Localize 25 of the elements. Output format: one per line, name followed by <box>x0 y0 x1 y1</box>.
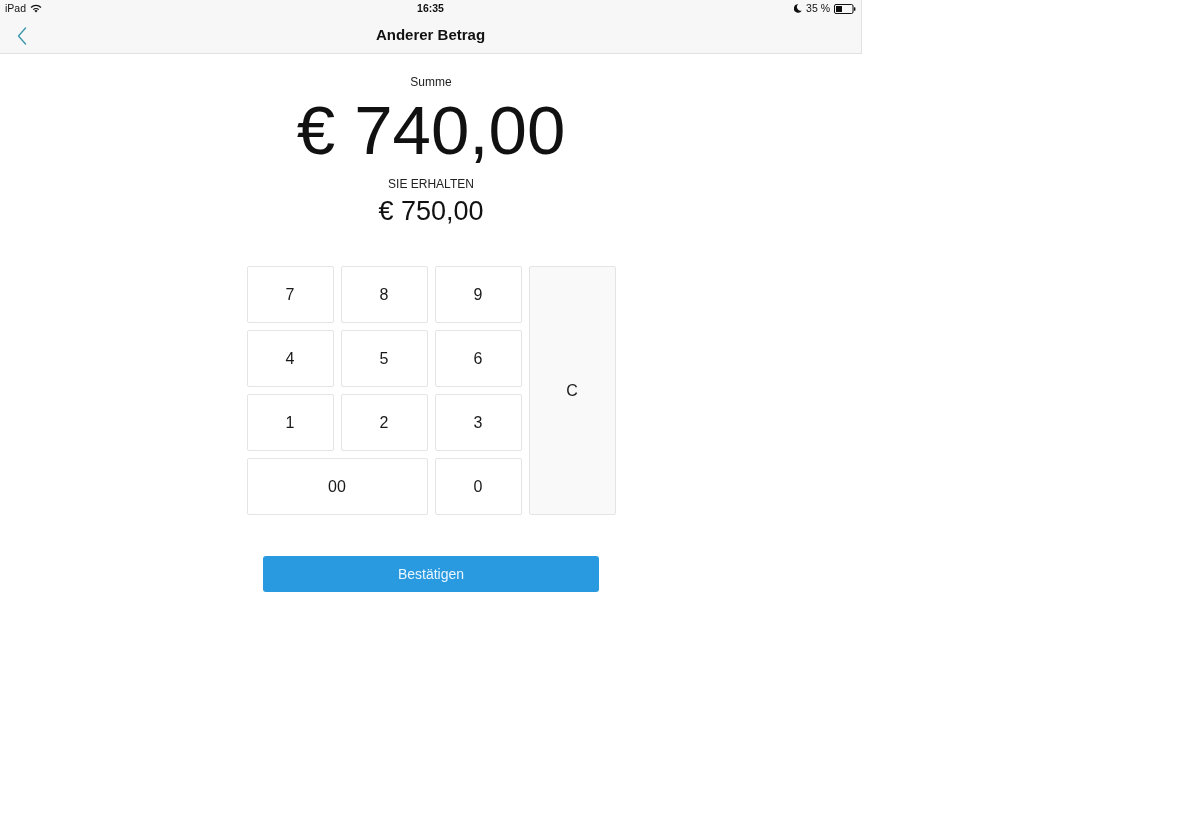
keypad-key[interactable]: 7 <box>246 266 334 323</box>
total-amount: € 740,00 <box>296 94 566 168</box>
keypad-key[interactable]: 4 <box>246 330 334 387</box>
keypad-key[interactable]: 6 <box>434 330 522 387</box>
moon-icon <box>794 4 803 13</box>
keypad-key[interactable]: 2 <box>340 394 428 451</box>
keypad-key[interactable]: C <box>528 266 616 515</box>
keypad-key[interactable]: 8 <box>340 266 428 323</box>
battery-icon <box>834 3 856 14</box>
keypad-key[interactable]: 1 <box>246 394 334 451</box>
nav-title: Anderer Betrag <box>375 24 486 45</box>
device-name: iPad <box>5 0 26 16</box>
keypad-key[interactable]: 3 <box>434 394 522 451</box>
received-amount: € 750,00 <box>378 196 484 226</box>
wifi-icon <box>30 4 42 13</box>
keypad-key[interactable]: 9 <box>434 266 522 323</box>
battery-percent: 35 % <box>806 0 830 16</box>
keypad-key[interactable]: 00 <box>246 458 428 515</box>
back-button[interactable] <box>16 26 28 46</box>
total-label: Summe <box>410 74 452 90</box>
keypad-key[interactable]: 0 <box>434 458 522 515</box>
keypad-key[interactable]: 5 <box>340 330 428 387</box>
received-label: SIE ERHALTEN <box>388 176 474 192</box>
back-chevron-icon <box>17 27 27 45</box>
status-time: 16:35 <box>417 0 444 16</box>
